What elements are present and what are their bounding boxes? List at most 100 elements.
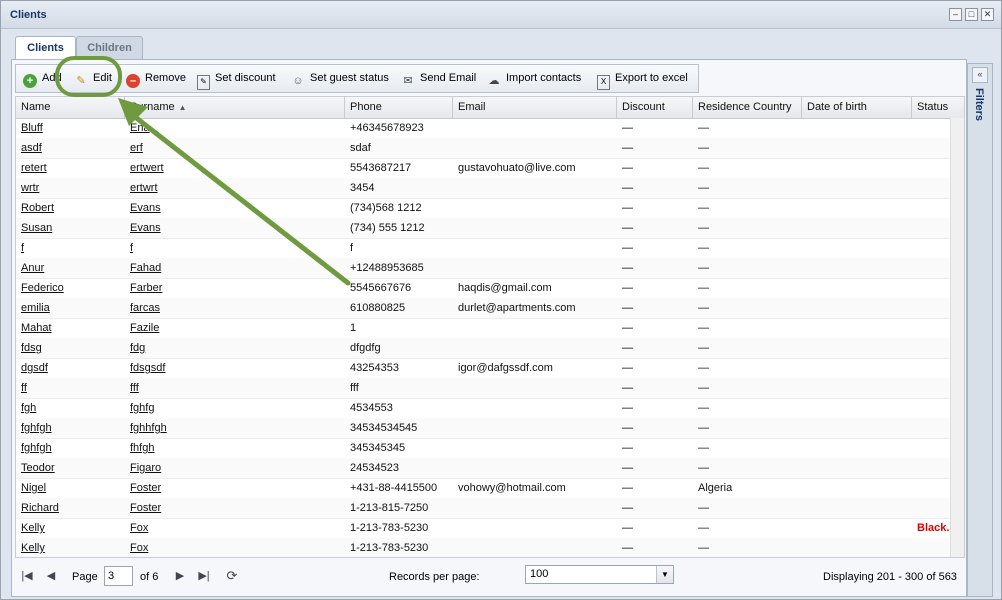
cell-name[interactable]: Susan: [16, 218, 125, 238]
cell-surname[interactable]: Evans: [125, 218, 345, 238]
last-page-icon[interactable]: ▶|: [196, 568, 212, 584]
cell-surname[interactable]: Foster: [125, 498, 345, 518]
cell-surname[interactable]: Fox: [125, 518, 345, 538]
table-row[interactable]: emilia farcas 610880825 durlet@apartments.c…: [16, 298, 964, 319]
cell-surname[interactable]: ertwert: [125, 158, 345, 178]
column-header-surname[interactable]: Surname ▲: [125, 97, 345, 118]
table-row[interactable]: ff fff fff — —: [16, 378, 964, 399]
cell-surname[interactable]: Evans: [125, 198, 345, 218]
cell-surname[interactable]: Fazile: [125, 318, 345, 338]
import-contacts-button[interactable]: ☁ Import contacts: [487, 70, 582, 87]
expand-panel-icon[interactable]: «: [972, 67, 988, 83]
set-discount-button[interactable]: ✎ Set discount: [197, 70, 276, 90]
cell-name[interactable]: asdf: [16, 138, 125, 158]
cell-name[interactable]: fdsg: [16, 338, 125, 358]
refresh-icon[interactable]: ⟳: [224, 568, 240, 584]
cell-surname[interactable]: Figaro: [125, 458, 345, 478]
cell-surname[interactable]: Ena: [125, 118, 345, 138]
cell-name[interactable]: Anur: [16, 258, 125, 278]
table-row[interactable]: asdf erf sdaf — —: [16, 138, 964, 159]
table-row[interactable]: retert ertwert 5543687217 gustavohuato@live…: [16, 158, 964, 179]
table-row[interactable]: Teodor Figaro 24534523 — —: [16, 458, 964, 479]
cell-surname[interactable]: farcas: [125, 298, 345, 318]
column-header-name[interactable]: Name: [16, 97, 125, 118]
column-header-status[interactable]: Status: [912, 97, 964, 118]
column-header-date-of-birth[interactable]: Date of birth: [802, 97, 912, 118]
column-header-phone[interactable]: Phone: [345, 97, 453, 118]
cell-surname[interactable]: Fahad: [125, 258, 345, 278]
cell-surname[interactable]: fff: [125, 378, 345, 398]
cell-name[interactable]: Bluff: [16, 118, 125, 138]
next-page-icon[interactable]: ▶: [172, 568, 188, 584]
column-header-discount[interactable]: Discount: [617, 97, 693, 118]
close-icon[interactable]: ✕: [981, 8, 994, 21]
cell-surname[interactable]: Fox: [125, 538, 345, 557]
table-row[interactable]: fghfgh fghhfgh 34534534545 — —: [16, 418, 964, 439]
cell-name[interactable]: Nigel: [16, 478, 125, 498]
cell-name[interactable]: wrtr: [16, 178, 125, 198]
document-edit-icon: ✎: [197, 75, 210, 90]
tab-children[interactable]: Children: [76, 36, 143, 59]
table-row[interactable]: fdsg fdg dfgdfg — —: [16, 338, 964, 359]
maximize-icon[interactable]: □: [965, 8, 978, 21]
table-row[interactable]: Kelly Fox 1-213-783-5230 — —: [16, 538, 964, 557]
cell-name[interactable]: fghfgh: [16, 418, 125, 438]
cell-name[interactable]: Kelly: [16, 518, 125, 538]
table-row[interactable]: dgsdf fdsgsdf 43254353 igor@dafgssdf.com — —: [16, 358, 964, 379]
send-email-button[interactable]: ✉ Send Email: [401, 70, 476, 87]
cell-surname[interactable]: ertwrt: [125, 178, 345, 198]
records-per-page-select[interactable]: 100 ▼: [525, 565, 674, 584]
cell-surname[interactable]: fhfgh: [125, 438, 345, 458]
table-row[interactable]: Susan Evans (734) 555 1212 — —: [16, 218, 964, 239]
cell-name[interactable]: Teodor: [16, 458, 125, 478]
table-row[interactable]: Mahat Fazile 1 — —: [16, 318, 964, 339]
cell-name[interactable]: fghfgh: [16, 438, 125, 458]
edit-button[interactable]: ✎ Edit: [74, 70, 112, 87]
column-header-email[interactable]: Email: [453, 97, 617, 118]
cell-surname[interactable]: f: [125, 238, 345, 258]
table-row[interactable]: fgh fghfg 4534553 — —: [16, 398, 964, 419]
cell-date-of-birth: [802, 498, 912, 518]
tab-clients[interactable]: Clients: [15, 36, 76, 59]
cell-surname[interactable]: erf: [125, 138, 345, 158]
remove-button[interactable]: – Remove: [126, 70, 186, 88]
table-row[interactable]: KellyFox 1-213-783-5230 — — Black...: [16, 518, 964, 539]
previous-page-icon[interactable]: ◀: [43, 568, 59, 584]
cell-phone: 24534523: [350, 462, 399, 474]
cell-name[interactable]: Robert: [16, 198, 125, 218]
page-number-input[interactable]: 3: [104, 566, 133, 586]
cell-name[interactable]: retert: [16, 158, 125, 178]
table-row[interactable]: Bluff Ena +46345678923 — —: [16, 118, 964, 139]
table-row[interactable]: Anur Fahad +12488953685 — —: [16, 258, 964, 279]
filters-side-panel[interactable]: « Filters: [967, 63, 993, 597]
cell-name[interactable]: Kelly: [16, 538, 125, 557]
grid-vertical-scrollbar[interactable]: [950, 118, 964, 557]
cell-name[interactable]: dgsdf: [16, 358, 125, 378]
cell-surname[interactable]: fghhfgh: [125, 418, 345, 438]
export-excel-button[interactable]: X Export to excel: [597, 70, 688, 90]
table-row[interactable]: f f f — —: [16, 238, 964, 259]
cell-surname[interactable]: fdg: [125, 338, 345, 358]
table-row[interactable]: Federico Farber 5545667676 haqdis@gmail.com…: [16, 278, 964, 299]
cell-name[interactable]: f: [16, 238, 125, 258]
add-button[interactable]: + Add: [23, 70, 62, 88]
set-guest-status-button[interactable]: ☺ Set guest status: [291, 70, 389, 87]
column-header-residence-country[interactable]: Residence Country: [693, 97, 802, 118]
cell-name[interactable]: emilia: [16, 298, 125, 318]
table-row[interactable]: fghfgh fhfgh 345345345 — —: [16, 438, 964, 459]
cell-surname[interactable]: Farber: [125, 278, 345, 298]
table-row[interactable]: Robert Evans (734)568 1212 — —: [16, 198, 964, 219]
cell-name[interactable]: ff: [16, 378, 125, 398]
cell-surname[interactable]: fghfg: [125, 398, 345, 418]
first-page-icon[interactable]: |◀: [19, 568, 35, 584]
cell-name[interactable]: Mahat: [16, 318, 125, 338]
cell-surname[interactable]: fdsgsdf: [125, 358, 345, 378]
cell-name[interactable]: Federico: [16, 278, 125, 298]
table-row[interactable]: wrtr ertwrt 3454 — —: [16, 178, 964, 199]
cell-name[interactable]: Richard: [16, 498, 125, 518]
table-row[interactable]: Nigel Foster +431-88-4415500 vohowy@hotmail…: [16, 478, 964, 499]
cell-surname[interactable]: Foster: [125, 478, 345, 498]
table-row[interactable]: Richard Foster 1-213-815-7250 — —: [16, 498, 964, 519]
minimize-icon[interactable]: –: [949, 8, 962, 21]
cell-name[interactable]: fgh: [16, 398, 125, 418]
